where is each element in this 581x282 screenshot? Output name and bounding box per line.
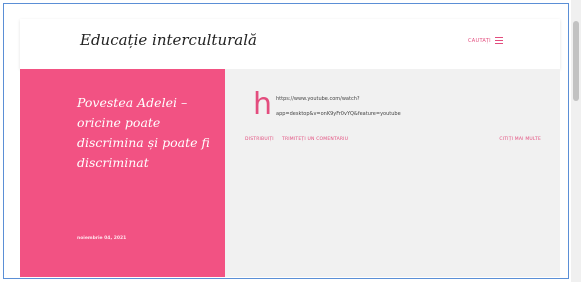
site-title[interactable]: Educație interculturală: [80, 31, 257, 49]
site-header: Educație interculturală CAUTAȚI: [20, 19, 560, 69]
post-content: h https://www.youtube.com/watch? app=des…: [225, 69, 560, 277]
scrollbar[interactable]: [571, 0, 581, 282]
menu-line: [495, 37, 503, 38]
author-avatar: h: [253, 87, 273, 122]
post-url-line-1[interactable]: https://www.youtube.com/watch?: [276, 96, 360, 102]
search-button[interactable]: CAUTAȚI: [468, 38, 491, 44]
read-more-button[interactable]: CITIȚI MAI MULTE: [499, 137, 541, 142]
menu-line: [495, 40, 503, 41]
post-url-line-2[interactable]: app=desktop&v=onK9yFr0vYQ&feature=youtub…: [276, 111, 401, 117]
comment-button[interactable]: TRIMITEȚI UN COMENTARIU: [282, 137, 348, 142]
post-hero: Povestea Adelei – oricine poate discrimi…: [20, 69, 225, 277]
scrollbar-thumb[interactable]: [573, 21, 579, 101]
share-button[interactable]: DISTRIBUIȚI: [245, 137, 274, 142]
post-title[interactable]: Povestea Adelei – oricine poate discrimi…: [77, 93, 217, 173]
menu-line: [495, 43, 503, 44]
post-date: noiembrie 04, 2021: [77, 236, 127, 241]
hamburger-menu-icon[interactable]: [495, 37, 503, 44]
